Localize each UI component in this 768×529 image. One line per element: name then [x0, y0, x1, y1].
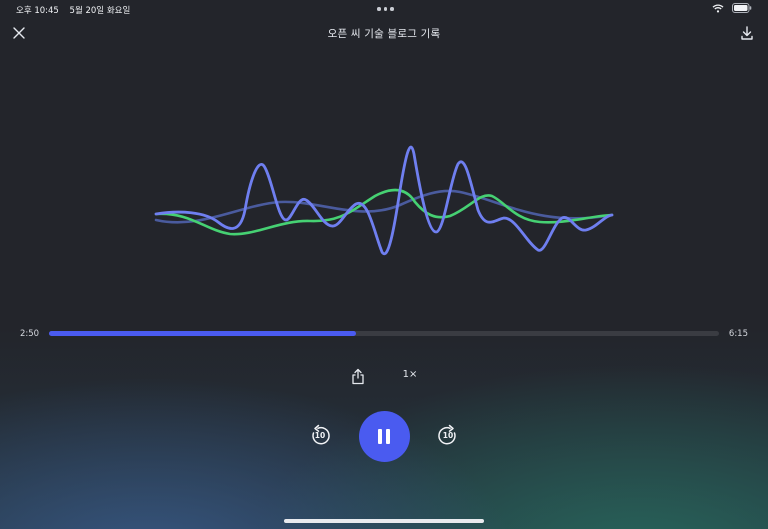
skip-back-label: 10	[314, 431, 326, 440]
top-bar: 오픈 씨 기술 블로그 기록	[0, 22, 768, 46]
total-time: 6:15	[728, 329, 748, 339]
status-bar: 오후 10:45 5월 20일 화요일	[0, 0, 768, 18]
current-time: 2:50	[20, 329, 40, 339]
home-indicator[interactable]	[284, 519, 484, 523]
audio-waveform	[154, 145, 614, 256]
skip-forward-button[interactable]: 10	[436, 424, 460, 448]
status-date: 5월 20일 화요일	[69, 6, 131, 16]
waveform-blue-line	[154, 145, 614, 256]
waveform-faint-line	[154, 189, 614, 224]
playback-speed-button[interactable]: 1×	[398, 369, 422, 380]
share-icon[interactable]	[351, 368, 365, 385]
pause-button[interactable]	[359, 411, 410, 462]
skip-forward-label: 10	[442, 431, 454, 440]
progress-fill	[49, 331, 356, 336]
download-icon[interactable]	[740, 25, 754, 41]
pause-icon	[378, 429, 382, 444]
page-title: 오픈 씨 기술 블로그 기록	[327, 28, 441, 40]
pause-icon-bar	[386, 429, 390, 444]
multitasking-dots-icon[interactable]	[377, 7, 394, 11]
progress-slider[interactable]	[49, 331, 719, 336]
skip-back-button[interactable]: 10	[308, 424, 332, 448]
battery-icon	[732, 3, 752, 13]
wifi-icon	[712, 3, 724, 12]
status-time: 오후 10:45	[16, 6, 59, 16]
